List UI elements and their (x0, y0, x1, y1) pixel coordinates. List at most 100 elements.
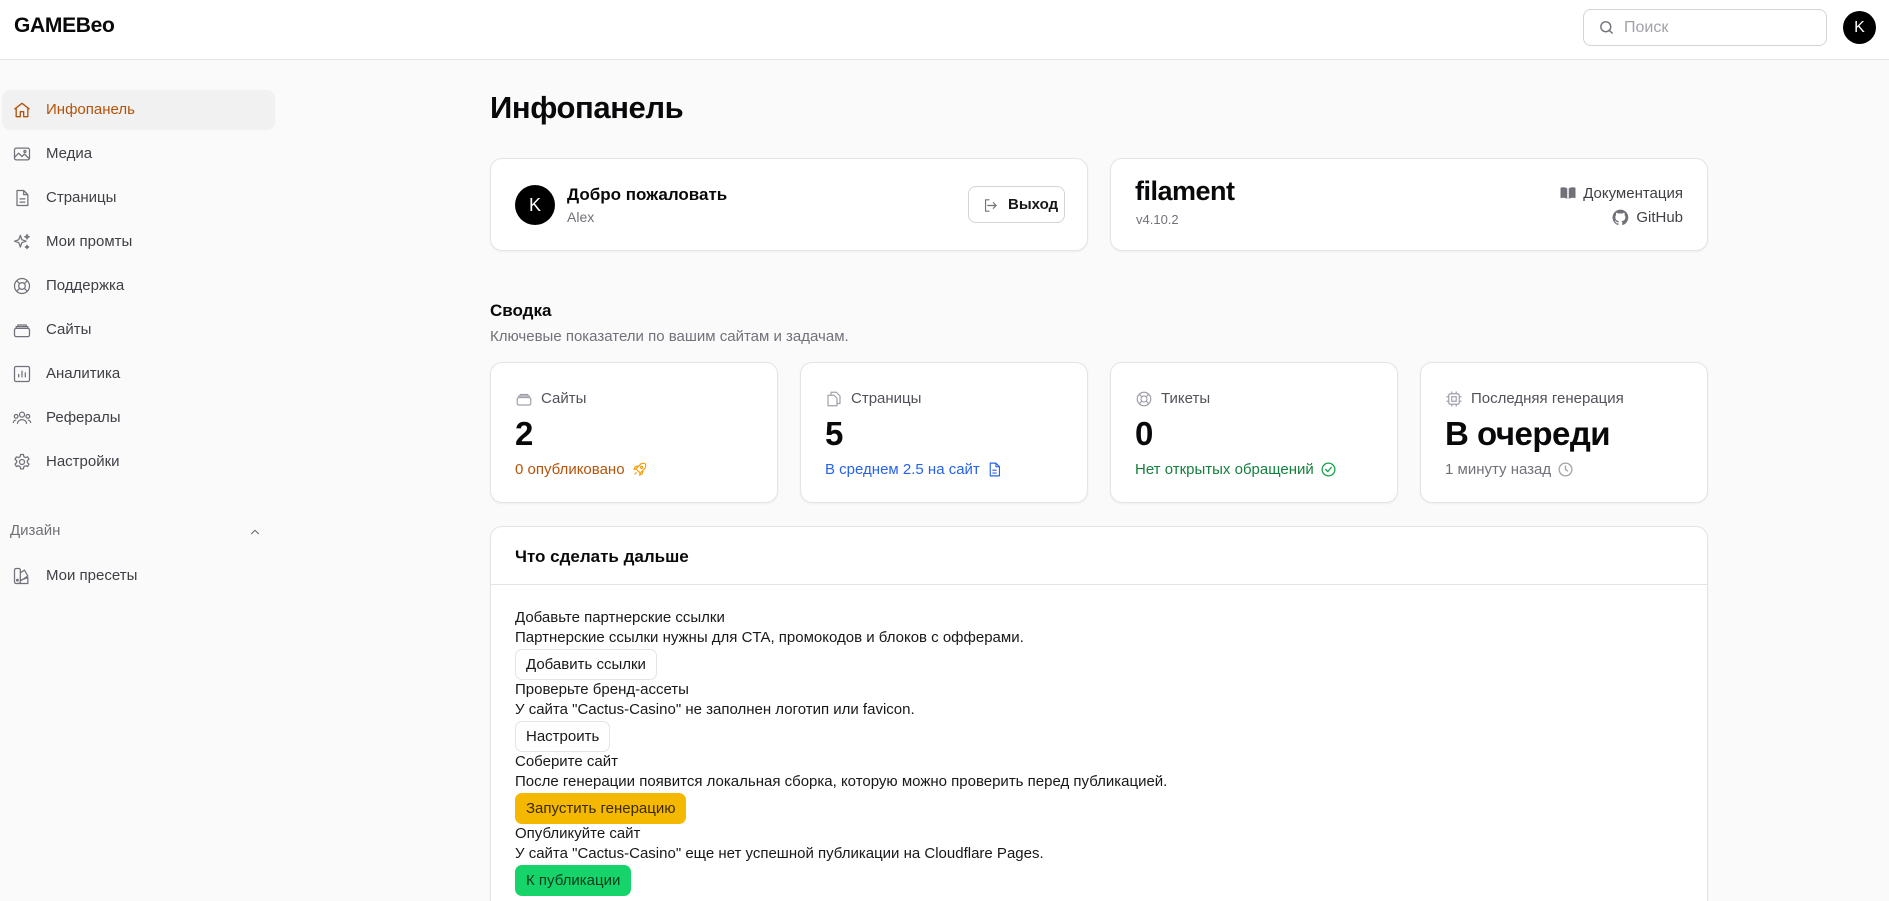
stat-label: Тикеты (1161, 390, 1211, 407)
sidebar-item-label: Медиа (46, 145, 93, 162)
stat-label: Последняя генерация (1471, 390, 1624, 407)
github-link[interactable]: GitHub (1611, 208, 1683, 227)
sidebar-item-settings[interactable]: Настройки (2, 442, 275, 482)
logout-button[interactable]: Выход (968, 186, 1065, 223)
sidebar-item-label: Сайты (46, 321, 92, 338)
sidebar-item-label: Страницы (46, 189, 117, 206)
github-icon (1612, 209, 1629, 226)
stat-card-tickets: Тикеты 0 Нет открытых обращений (1110, 362, 1398, 503)
document-text-icon (989, 462, 1000, 477)
stat-card-pages: Страницы 5 В среднем 2.5 на сайт (800, 362, 1088, 503)
stat-card-sites: Сайты 2 0 опубликовано (490, 362, 778, 503)
check-circle-icon (1321, 462, 1336, 477)
brand-logo[interactable]: GAMEBeo (14, 14, 115, 38)
summary-title: Сводка (490, 301, 552, 320)
documentation-label: Документация (1583, 184, 1683, 202)
chevron-up-icon[interactable] (248, 525, 262, 539)
configure-button[interactable]: Настроить (515, 721, 611, 752)
image-icon (13, 147, 31, 161)
sidebar-item-media[interactable]: Медиа (2, 134, 275, 174)
search-input[interactable] (1624, 17, 1814, 39)
sidebar-item-label: Поддержка (46, 277, 125, 294)
sidebar-item-sites[interactable]: Сайты (2, 310, 275, 350)
stat-description: 0 опубликовано (515, 461, 648, 478)
gear-icon (14, 453, 30, 470)
stat-description-text: В среднем 2.5 на сайт (825, 461, 980, 478)
sidebar-item-label: Мои пресеты (46, 567, 138, 584)
stat-label: Сайты (541, 390, 587, 407)
stat-label: Страницы (851, 390, 922, 407)
task-description: У сайта "Cactus-Casino" еще нет успешной… (515, 845, 1044, 862)
next-steps-title: Что сделать дальше (515, 547, 689, 566)
sidebar-item-pages[interactable]: Страницы (2, 178, 275, 218)
documentation-link[interactable]: Документация (1559, 184, 1683, 202)
sidebar-item-label: Аналитика (46, 365, 121, 382)
welcome-username: Alex (567, 209, 595, 225)
task-title: Опубликуйте сайт (515, 825, 641, 842)
stat-value: 2 (515, 415, 533, 452)
stat-description: 1 минуту назад (1445, 461, 1574, 478)
swatch-icon (13, 567, 29, 585)
document-icon (16, 189, 29, 207)
sidebar-item-prompts[interactable]: Мои промты (2, 222, 275, 262)
task-description: После генерации появится локальная сборк… (515, 773, 1168, 790)
lifebuoy-icon (13, 277, 31, 295)
documents-icon (827, 391, 841, 407)
cpu-icon (1446, 391, 1462, 407)
stack-icon (516, 393, 532, 406)
sidebar-item-dashboard[interactable]: Инфопанель (2, 90, 275, 130)
task-description: Партнерские ссылки нужны для CTA, промок… (515, 629, 1024, 646)
stat-description: В среднем 2.5 на сайт (825, 461, 1003, 478)
sidebar: Инфопанель Медиа Страницы Мои промты Под… (0, 60, 280, 901)
task-description: У сайта "Cactus-Casino" не заполнен лого… (515, 701, 915, 718)
filament-logo: filament (1135, 176, 1235, 206)
stat-value: 0 (1135, 415, 1153, 452)
rocket-icon (632, 462, 646, 476)
clock-icon (1558, 462, 1573, 477)
welcome-title: Добро пожаловать (567, 185, 728, 204)
stat-description-text: 1 минуту назад (1445, 461, 1552, 478)
stat-value: 5 (825, 415, 843, 452)
task-title: Проверьте бренд-ассеты (515, 681, 689, 698)
avatar: K (515, 185, 555, 225)
users-icon (12, 411, 32, 424)
add-links-button[interactable]: Добавить ссылки (515, 649, 657, 680)
logout-icon (984, 199, 997, 212)
task-title: Добавьте партнерские ссылки (515, 609, 725, 626)
task-title: Соберите сайт (515, 753, 618, 770)
sidebar-group-design-label: Дизайн (10, 522, 61, 539)
sidebar-item-label: Инфопанель (46, 101, 135, 118)
summary-description: Ключевые показатели по вашим сайтам и за… (490, 328, 849, 345)
logout-label: Выход (1008, 196, 1059, 213)
github-label: GitHub (1636, 209, 1683, 226)
stat-card-last-generation: Последняя генерация В очереди 1 минуту н… (1420, 362, 1708, 503)
stat-description-text: Нет открытых обращений (1135, 461, 1314, 478)
page-title: Инфопанель (490, 90, 684, 125)
filament-version: v4.10.2 (1136, 212, 1179, 227)
divider (491, 584, 1707, 585)
go-to-publish-button[interactable]: К публикации (515, 865, 632, 896)
chart-bar-icon (13, 365, 31, 383)
sidebar-item-label: Мои промты (46, 233, 133, 250)
search-icon (1600, 21, 1613, 34)
stack-icon (13, 324, 31, 338)
lifebuoy-icon (1136, 391, 1152, 407)
next-steps-card: Что сделать дальше Добавьте партнерские … (490, 526, 1708, 901)
sidebar-item-label: Настройки (46, 453, 120, 470)
sidebar-item-analytics[interactable]: Аналитика (2, 354, 275, 394)
stat-description-text: 0 опубликовано (515, 461, 625, 478)
home-icon (14, 102, 30, 118)
sparkles-icon (13, 233, 30, 250)
sidebar-item-label: Рефералы (46, 409, 121, 426)
stat-description: Нет открытых обращений (1135, 461, 1337, 478)
sidebar-item-referrals[interactable]: Рефералы (2, 398, 275, 438)
user-avatar[interactable]: K (1843, 11, 1876, 44)
search-box[interactable] (1583, 9, 1827, 46)
sidebar-item-presets[interactable]: Мои пресеты (2, 556, 275, 596)
stat-value: В очереди (1445, 415, 1611, 452)
filament-info-card: filament v4.10.2 Документация GitHub (1110, 158, 1708, 251)
top-bar: GAMEBeo K (0, 0, 1889, 60)
welcome-card: K Добро пожаловать Alex Выход (490, 158, 1088, 251)
sidebar-item-support[interactable]: Поддержка (2, 266, 275, 306)
start-generation-button[interactable]: Запустить генерацию (515, 793, 687, 824)
